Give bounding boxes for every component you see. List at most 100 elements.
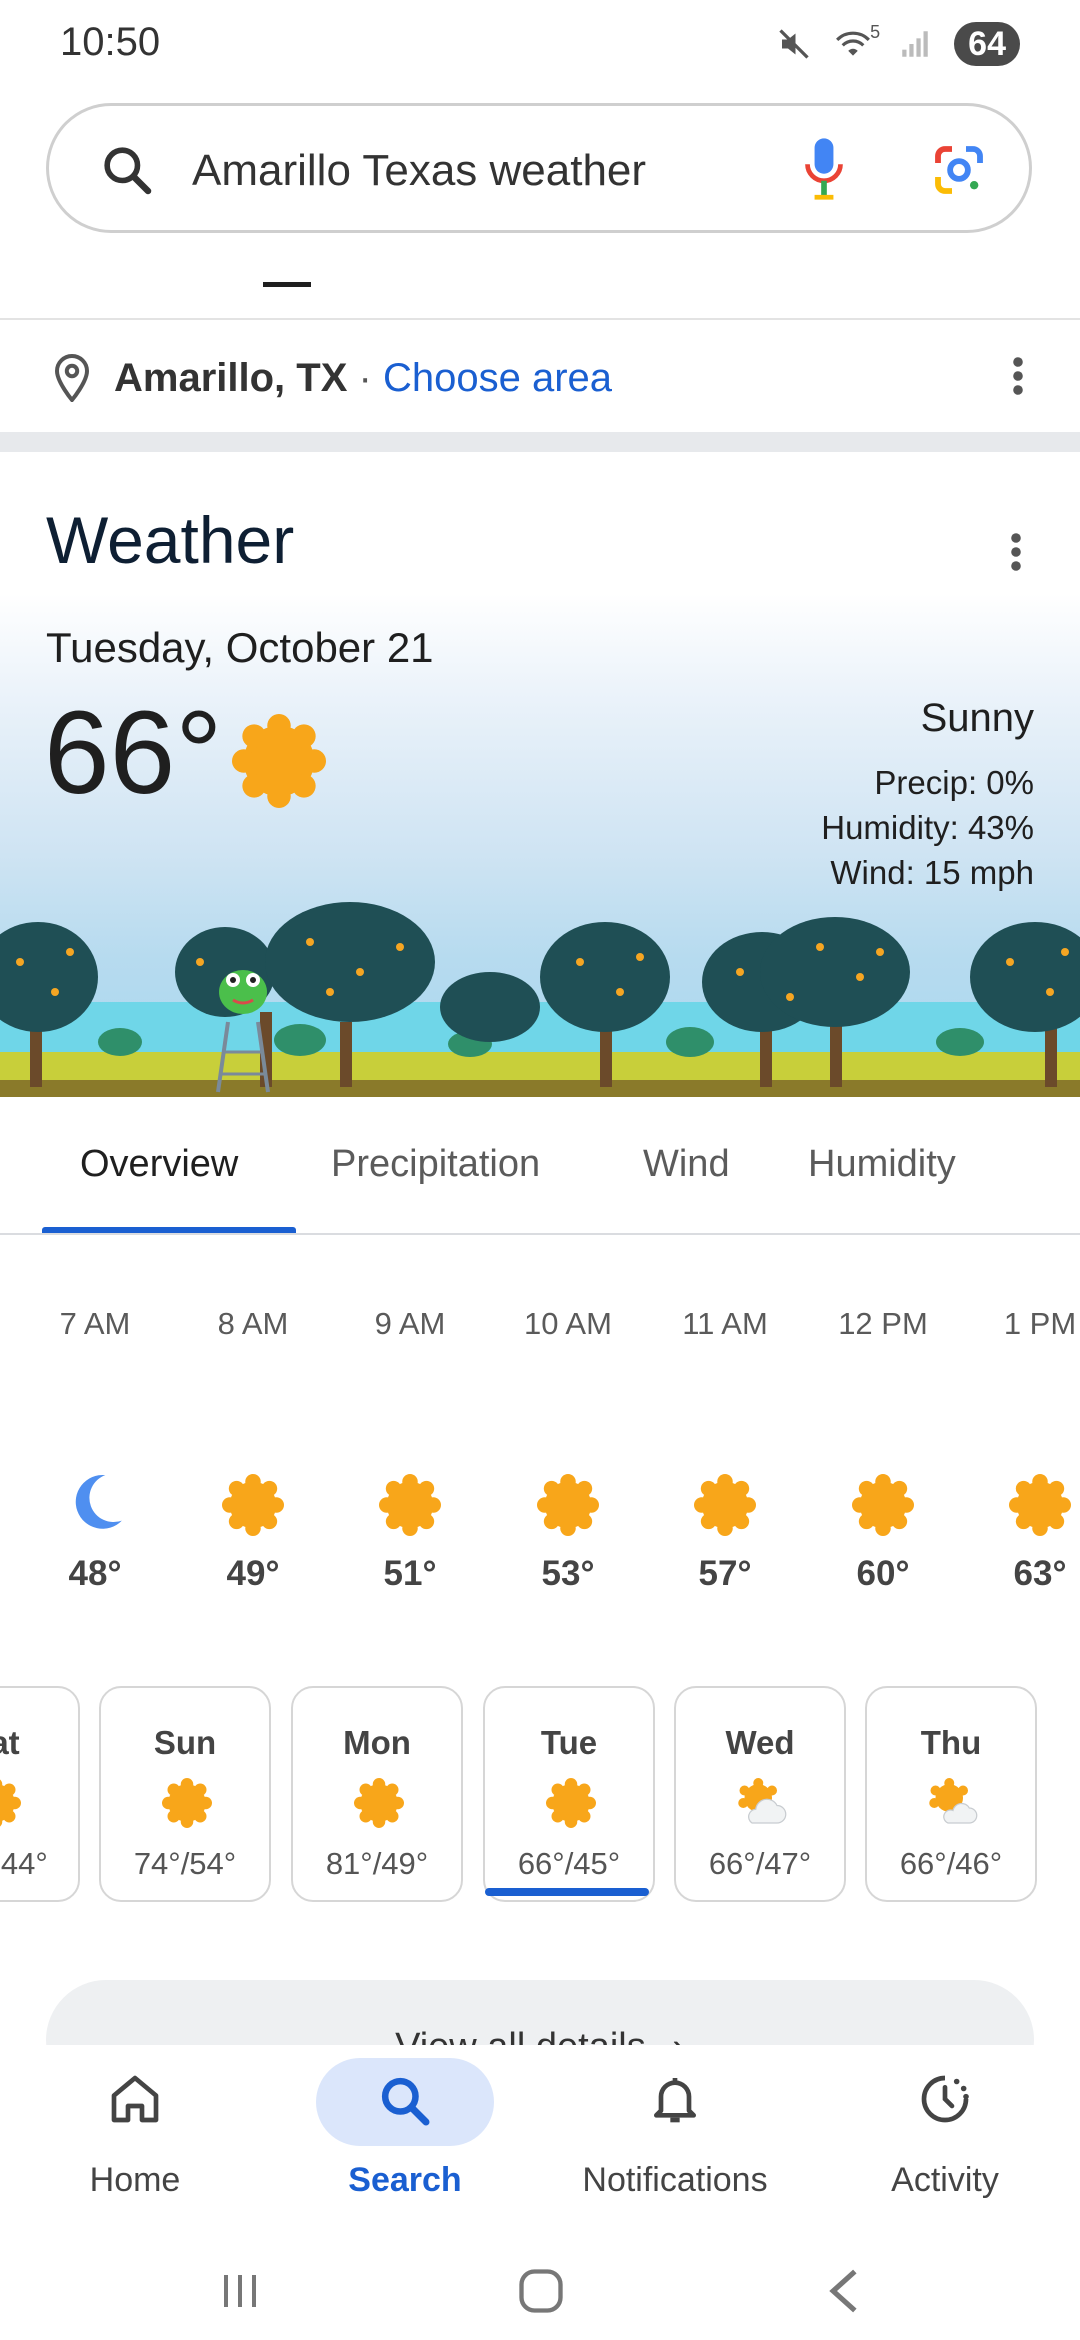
system-navigation — [0, 2245, 1080, 2340]
hour-time: 12 PM — [838, 1306, 928, 1341]
sun-icon — [379, 1474, 441, 1536]
nav-home[interactable]: Home — [35, 2045, 235, 2245]
day-card-mon[interactable]: Mon 81°/49° — [291, 1686, 463, 1902]
nav-search-label: Search — [348, 2161, 462, 2199]
search-icon[interactable] — [99, 142, 155, 198]
battery-indicator: 64 — [954, 22, 1020, 66]
section-divider — [0, 432, 1080, 452]
nav-activity[interactable]: Activity — [845, 2045, 1045, 2245]
hour-column: 1 PM — [970, 1306, 1080, 1342]
hourly-forecast[interactable]: 7 AM 8 AM 9 AM 10 AM 11 AM 12 PM 1 PM 48… — [0, 1300, 1080, 1630]
mute-icon — [779, 29, 809, 59]
bell-icon — [654, 2078, 696, 2123]
tab-active-indicator — [42, 1227, 296, 1233]
bottom-navigation: Home Search Notifications Activity — [0, 2045, 1080, 2245]
precipitation-value: Precip: 0% — [874, 764, 1034, 801]
nav-activity-label: Activity — [891, 2161, 999, 2199]
day-range: 44° — [0, 1846, 48, 1881]
weather-more-options-icon[interactable] — [998, 528, 1034, 576]
tab-overview[interactable]: Overview — [80, 1143, 238, 1186]
humidity-value: Humidity: 43% — [821, 809, 1034, 846]
nav-notifications[interactable]: Notifications — [575, 2045, 775, 2245]
sun-icon — [162, 1778, 212, 1828]
weather-card: Weather Tuesday, October 21 66° Sunny Pr… — [0, 452, 1080, 1097]
tab-humidity[interactable]: Humidity — [808, 1143, 956, 1186]
hour-column: 12 PM — [813, 1306, 953, 1342]
day-name: Sat — [0, 1724, 20, 1761]
hour-time: 7 AM — [59, 1306, 131, 1341]
sun-icon — [546, 1778, 596, 1828]
recent-apps-icon[interactable] — [215, 2267, 265, 2315]
hour-time: 10 AM — [524, 1306, 612, 1341]
hour-temperature: 53° — [541, 1554, 595, 1593]
search-tab-indicator — [263, 282, 311, 287]
day-range: 66°/46° — [899, 1846, 1003, 1881]
wifi-badge: 5 — [870, 22, 881, 42]
weather-date: Tuesday, October 21 — [46, 624, 434, 671]
day-name: Mon — [343, 1724, 411, 1761]
microphone-icon[interactable] — [799, 136, 849, 202]
day-card-sat[interactable]: Sat 44° — [0, 1686, 80, 1902]
tab-precipitation[interactable]: Precipitation — [331, 1143, 540, 1186]
weather-tabs: Overview Precipitation Wind Humidity — [0, 1097, 1080, 1235]
google-lens-icon[interactable] — [931, 142, 987, 198]
back-icon[interactable] — [822, 2265, 866, 2317]
hour-column: 8 AM — [183, 1306, 323, 1342]
sun-icon — [354, 1778, 404, 1828]
day-card-sun[interactable]: Sun 74°/54° — [99, 1686, 271, 1902]
hour-column: 10 AM — [498, 1306, 638, 1342]
search-input[interactable]: Amarillo Texas weather — [192, 146, 646, 196]
search-bar[interactable]: Amarillo Texas weather — [46, 103, 1032, 233]
sun-icon — [1009, 1474, 1071, 1536]
choose-area-link[interactable]: Choose area — [383, 356, 612, 400]
wind-value: Wind: 15 mph — [830, 854, 1034, 891]
weather-title: Weather — [46, 503, 295, 577]
day-name: Tue — [540, 1724, 598, 1761]
status-icons: 5 64 — [776, 22, 1020, 66]
location-separator: · — [358, 356, 372, 400]
hour-temperature: 57° — [698, 1554, 752, 1593]
nav-search[interactable]: Search — [305, 2045, 505, 2245]
sun-icon — [537, 1474, 599, 1536]
location-pin-icon — [54, 354, 90, 402]
hour-temperature: 51° — [383, 1554, 437, 1593]
hour-time: 1 PM — [1003, 1306, 1077, 1341]
location-text: Amarillo, TX · Choose area — [114, 356, 612, 401]
sun-icon — [694, 1474, 756, 1536]
hour-temperature: 60° — [856, 1554, 910, 1593]
day-card-thu[interactable]: Thu 66°/46° — [865, 1686, 1037, 1902]
partly-cloudy-icon — [738, 1778, 787, 1824]
sun-icon — [232, 714, 326, 808]
nav-home-label: Home — [89, 2161, 181, 2199]
hour-column: 9 AM — [340, 1306, 480, 1342]
day-card-tue[interactable]: Tue 66°/45° — [483, 1686, 655, 1902]
hour-time: 8 AM — [217, 1306, 289, 1341]
hour-column: 11 AM — [655, 1306, 795, 1342]
day-card-wed[interactable]: Wed 66°/47° — [674, 1686, 846, 1902]
sun-icon — [222, 1474, 284, 1536]
tab-wind[interactable]: Wind — [643, 1143, 730, 1186]
day-name: Thu — [920, 1724, 982, 1761]
hour-time: 11 AM — [682, 1306, 768, 1341]
weather-condition: Sunny — [920, 696, 1034, 740]
sun-icon — [0, 1779, 21, 1827]
hour-time: 9 AM — [374, 1306, 446, 1341]
activity-icon — [921, 2075, 969, 2123]
home-icon — [111, 2075, 159, 2123]
location-row: Amarillo, TX · Choose area — [0, 320, 1080, 432]
signal-icon — [902, 31, 928, 57]
day-range: 66°/47° — [708, 1846, 812, 1881]
day-range: 74°/54° — [133, 1846, 237, 1881]
moon-icon — [75, 1474, 122, 1529]
search-icon — [381, 2077, 430, 2126]
day-name: Wed — [725, 1724, 795, 1761]
hour-column: 7 AM — [25, 1306, 165, 1342]
wifi-icon: 5 — [834, 22, 880, 62]
home-button-icon[interactable] — [515, 2265, 567, 2317]
location-city: Amarillo, TX — [114, 356, 348, 400]
hour-temperature: 63° — [1013, 1554, 1067, 1593]
day-selected-indicator — [485, 1888, 649, 1896]
day-range: 66°/45° — [517, 1846, 621, 1881]
more-options-icon[interactable] — [1000, 352, 1036, 400]
current-temperature: 66° — [44, 687, 223, 819]
